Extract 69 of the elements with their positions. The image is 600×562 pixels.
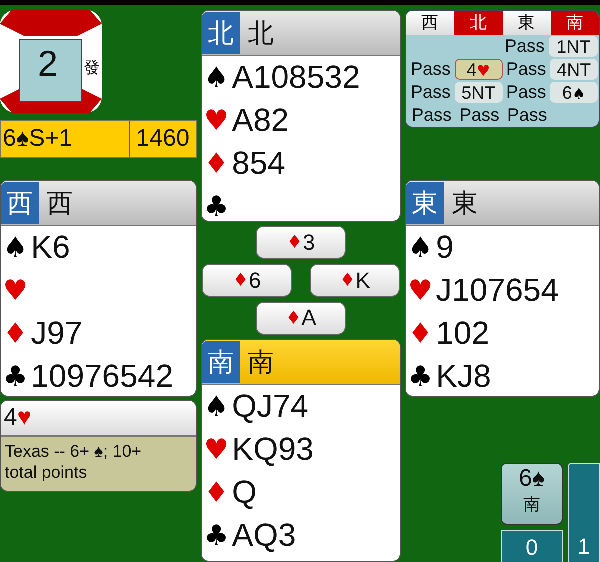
explained-bid: 4♥ [1, 401, 196, 437]
suit-symbol: ♠ [204, 61, 230, 94]
seat-badge: 南 [202, 341, 240, 384]
suit-symbol: ♣ [204, 519, 230, 552]
pass-call: Pass [505, 82, 548, 103]
card-ranks: J97 [31, 315, 83, 352]
seat-column-header: 北 [454, 11, 502, 35]
suit-symbol: ♣ [204, 190, 230, 222]
card-ranks: J107654 [436, 272, 559, 309]
explanation-text: Texas -- 6+ ♠; 10+ total points [4, 441, 143, 484]
seat-badge: 北 [202, 12, 240, 54]
played-card[interactable]: ♦3 [256, 226, 346, 260]
pass-call: Pass [410, 105, 453, 126]
bid-call[interactable]: 1NT [549, 36, 598, 57]
suit-symbol: ♣ [408, 360, 434, 393]
suit-symbol: ♥ [408, 274, 434, 307]
seat-badge: 東 [406, 182, 444, 224]
suit-symbol: ♥ [204, 104, 230, 137]
suit-symbol: ♠ [408, 231, 434, 264]
card-ranks: 9 [436, 229, 454, 266]
suit-symbol: ♥ [3, 274, 28, 307]
card-ranks: KQ93 [232, 431, 314, 468]
card-ranks: KJ8 [436, 358, 492, 395]
played-card[interactable]: ♦6 [202, 264, 292, 298]
pass-call: Pass [506, 105, 548, 126]
player-name: 西 [47, 186, 73, 220]
bid-call[interactable]: 6♠ [550, 82, 598, 103]
board-number: 2 [38, 44, 58, 84]
bid-call[interactable]: 4NT [550, 59, 598, 80]
card-ranks: 102 [436, 315, 490, 352]
pass-call: Pass [458, 105, 501, 126]
bid-call[interactable]: 5NT [454, 82, 502, 103]
suit-symbol: ♦ [408, 317, 434, 350]
card-ranks: 10976542 [31, 358, 174, 395]
suit-symbol: ♠ [204, 390, 230, 424]
suit-symbol: ♣ [3, 360, 28, 393]
contract-score: 1460 [135, 125, 191, 153]
contract-result: 6♠S+1 [1, 121, 130, 157]
final-contract: 6♠ [518, 464, 546, 494]
played-card[interactable]: ♦K [310, 264, 400, 298]
tricks-counter: 0 [501, 530, 563, 562]
player-name: 北 [248, 16, 274, 50]
card-ranks: 854 [232, 145, 286, 182]
player-name: 南 [248, 346, 274, 379]
pass-call: Pass [504, 36, 546, 57]
card-ranks: QJ74 [232, 388, 309, 426]
card-ranks: K6 [31, 229, 70, 266]
card-ranks: A82 [232, 102, 290, 139]
card-ranks: AQ3 [232, 517, 296, 554]
played-card[interactable]: ♦A [256, 302, 346, 335]
player-name: 東 [452, 186, 478, 220]
card-ranks: Q [232, 474, 257, 512]
suit-symbol: ♦ [3, 317, 28, 350]
tricks-counter: 1 [568, 463, 600, 562]
dealer-label: 發 [84, 60, 100, 78]
suit-symbol: ♥ [204, 433, 230, 466]
suit-symbol: ♦ [204, 476, 230, 510]
seat-column-header: 東 [502, 11, 551, 35]
declarer-label: 南 [524, 494, 540, 516]
bid-call[interactable]: 4♥ [454, 59, 502, 80]
seat-column-header: 西 [406, 11, 454, 35]
pass-call: Pass [410, 82, 452, 103]
seat-badge: 西 [1, 182, 39, 224]
pass-call: Pass [410, 59, 452, 80]
seat-column-header: 南 [550, 11, 599, 35]
suit-symbol: ♦ [204, 147, 230, 180]
suit-symbol: ♠ [3, 231, 28, 264]
pass-call: Pass [505, 59, 548, 80]
card-ranks: A108532 [232, 59, 360, 96]
